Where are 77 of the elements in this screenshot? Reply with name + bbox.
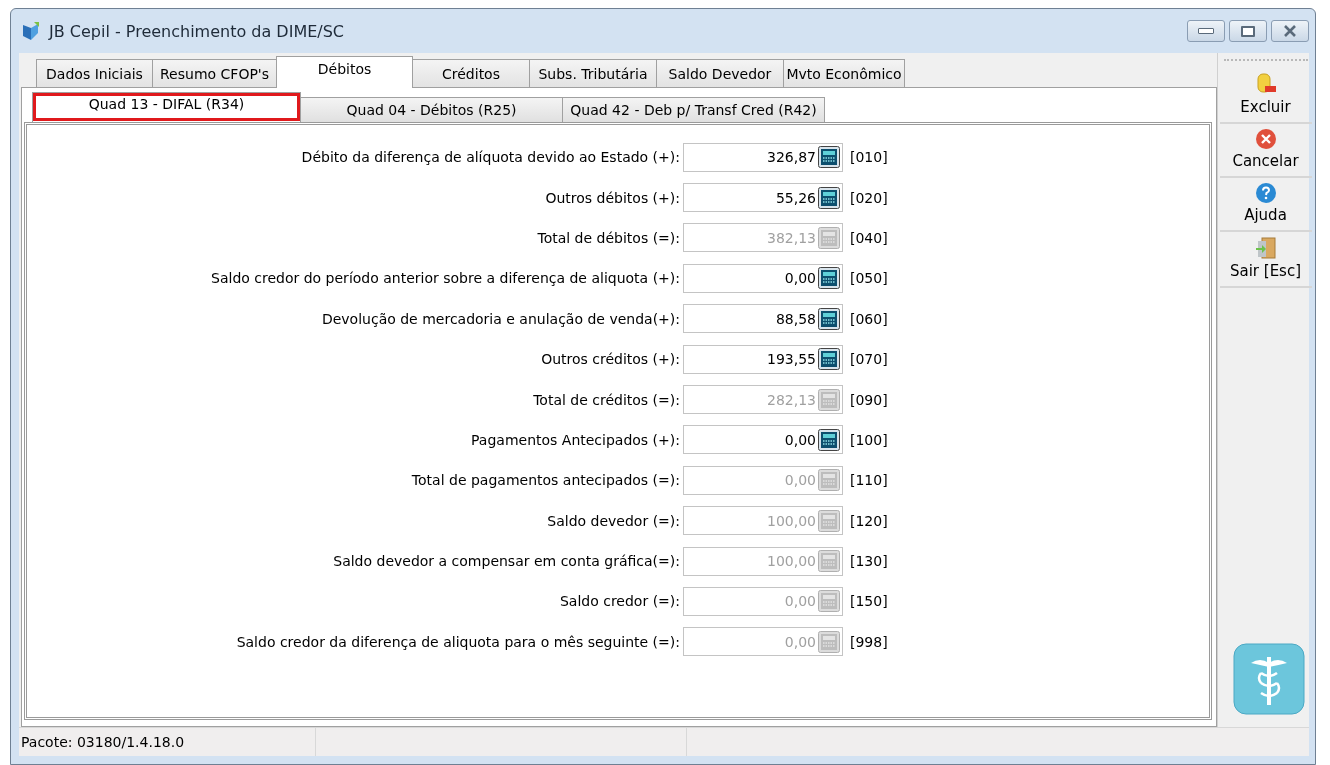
field-label: Total de débitos (=): [536,229,681,246]
tab[interactable]: Quad 42 - Deb p/ Transf Cred (R42) [562,97,825,122]
field-label: Total de pagamentos antecipados (=): [410,472,681,489]
calculator-icon[interactable] [818,146,840,169]
calculator-icon[interactable] [818,307,840,330]
field-code: [060] [850,310,888,327]
input-field: 282,13 [683,385,843,415]
calculator-icon [818,469,840,492]
field-code: [120] [850,512,888,529]
exit-door-icon [1253,236,1278,260]
field-code: [100] [850,431,888,448]
calculator-icon [818,509,840,532]
input-field[interactable]: 326,87 [683,142,843,172]
database-delete-icon [1254,72,1277,96]
field-label: Saldo devedor (=): [546,512,681,529]
calculator-icon [818,630,840,653]
tab[interactable]: Subs. Tributária [529,59,657,87]
tab[interactable]: Créditos [412,59,530,87]
field-label: Total de créditos (=): [532,391,681,408]
field-code: [050] [850,270,888,287]
close-icon [1283,25,1297,37]
window-title: JB Cepil - Preenchimento da DIME/SC [49,21,345,41]
app-icon [21,21,41,41]
field-code: [070] [850,351,888,368]
field-code: [150] [850,593,888,610]
calculator-icon [818,388,840,411]
toolbar-button[interactable]: Excluir [1219,70,1312,118]
field-label: Saldo devedor a compensar em conta gráfica(=): [332,553,681,570]
field-code: [090] [850,391,888,408]
input-field: 0,00 [683,465,843,495]
calculator-icon[interactable] [818,348,840,371]
maximize-button[interactable] [1229,20,1267,42]
toolbar-button[interactable]: Ajuda [1219,180,1312,226]
field-code: [010] [850,149,888,166]
calculator-icon[interactable] [818,186,840,209]
toolbar-button[interactable]: Cancelar [1219,126,1312,172]
field-code: [130] [850,553,888,570]
input-field[interactable]: 0,00 [683,425,843,455]
tab[interactable]: Resumo CFOP's [152,59,277,87]
minimize-button[interactable] [1187,20,1225,42]
close-button[interactable] [1271,20,1309,42]
field-label: Débito da diferença de alíquota devido ao Estado (+): [300,149,681,166]
input-field[interactable]: 88,58 [683,304,843,334]
cancel-icon [1254,128,1277,150]
calculator-icon [818,550,840,573]
tab[interactable]: Mvto Econômico [783,59,905,87]
input-field[interactable]: 55,26 [683,183,843,213]
input-field[interactable]: 193,55 [683,344,843,374]
tab[interactable]: Dados Iniciais [36,59,153,87]
field-label: Devolução de mercadoria e anulação de venda(+): [320,310,681,327]
tab[interactable]: Débitos [276,56,413,88]
toolbar-button[interactable]: Sair [Esc] [1219,234,1312,282]
field-label: Outros créditos (+): [540,351,681,368]
input-field: 100,00 [683,546,843,576]
calculator-icon [818,590,840,613]
status-text: Pacote: 03180/1.4.18.0 [19,728,316,756]
field-code: [040] [850,229,888,246]
input-field[interactable]: 0,00 [683,263,843,293]
field-code: [020] [850,189,888,206]
field-code: [110] [850,472,888,489]
field-label: Saldo credor da diferença de aliquota para o mês seguinte (=): [235,633,681,650]
field-label: Outros débitos (+): [544,189,681,206]
calculator-icon [818,226,840,249]
input-field: 0,00 [683,627,843,657]
field-label: Pagamentos Antecipados (+): [470,431,681,448]
input-field: 382,13 [683,223,843,253]
input-field: 100,00 [683,506,843,536]
tab[interactable]: Quad 04 - Débitos (R25) [300,97,563,122]
field-code: [998] [850,633,888,650]
help-icon [1254,182,1277,204]
field-label: Saldo credor (=): [558,593,681,610]
tab[interactable]: Quad 13 - DIFAL (R34) [32,92,301,122]
input-field: 0,00 [683,587,843,616]
calculator-icon[interactable] [818,428,840,451]
tab[interactable]: Saldo Devedor [656,59,784,87]
field-label: Saldo credor do período anterior sobre a diferença de aliquota (+): [210,270,681,287]
calculator-icon[interactable] [818,267,840,290]
